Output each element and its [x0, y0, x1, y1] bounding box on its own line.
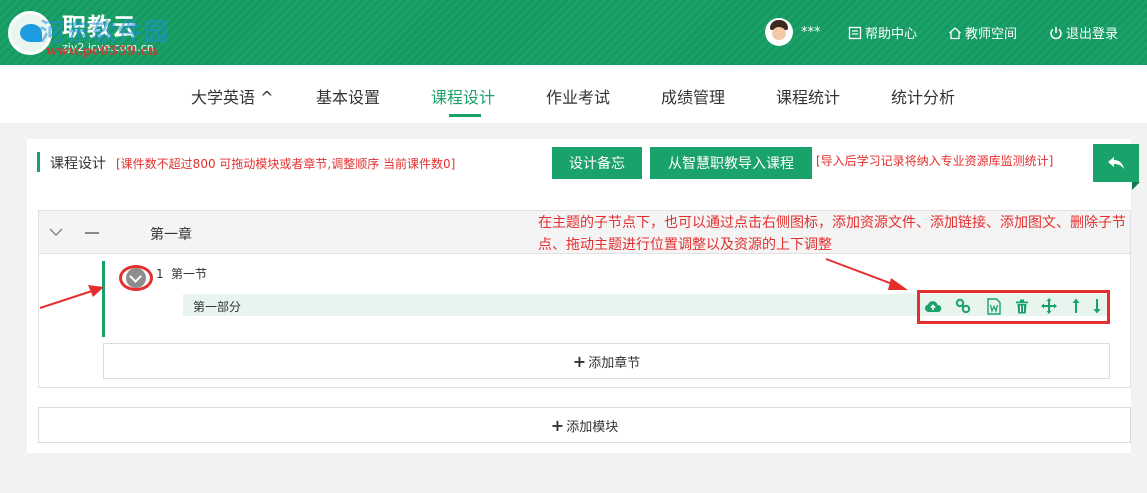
- design-memo-button[interactable]: 设计备忘: [552, 147, 642, 179]
- trash-icon[interactable]: [1013, 297, 1031, 315]
- subnode-title: 第一部分: [193, 300, 242, 314]
- main-nav: 大学英语 ^ 基本设置 课程设计 作业考试 成绩管理 课程统计 统计分析: [0, 65, 1147, 123]
- section-title: 第一节: [171, 267, 208, 281]
- top-header: 职教云 zjy2.icve.com.cn 河东软件园 www.pc0359.cn…: [0, 0, 1147, 65]
- chapter-title: 第一章: [150, 227, 192, 243]
- avatar[interactable]: [765, 18, 793, 46]
- nav-basic-settings[interactable]: 基本设置: [316, 84, 380, 108]
- import-course-button[interactable]: 从智慧职教导入课程: [650, 147, 812, 179]
- nav-statistical-analysis[interactable]: 统计分析: [891, 84, 955, 108]
- user-menu[interactable]: ***: [765, 18, 821, 46]
- section-header-marker: [37, 152, 40, 172]
- section-expand-toggle[interactable]: [119, 265, 153, 291]
- back-button[interactable]: [1093, 144, 1140, 190]
- arrow-down-icon[interactable]: [1088, 297, 1106, 315]
- add-section-button[interactable]: + 添加章节: [103, 343, 1110, 379]
- plus-icon: +: [550, 415, 565, 435]
- watermark-url: www.pc0359.cn: [46, 44, 158, 59]
- cloud-upload-icon[interactable]: [924, 297, 942, 315]
- arrow-up-icon[interactable]: [1067, 297, 1085, 315]
- word-doc-icon[interactable]: [985, 297, 1003, 315]
- plus-icon: +: [572, 351, 587, 371]
- teacher-space-link[interactable]: 教师空间: [948, 23, 1017, 42]
- teacher-space-label: 教师空间: [965, 27, 1018, 42]
- watermark-logo-text: 河东软件园: [40, 18, 170, 46]
- active-tab-indicator: [449, 114, 481, 117]
- chevron-down-icon[interactable]: [49, 225, 63, 239]
- help-doc-icon: [848, 26, 862, 39]
- user-name: ***: [801, 24, 821, 40]
- nav-course-statistics[interactable]: 课程统计: [776, 84, 840, 108]
- panel-title: 课程设计: [50, 156, 106, 172]
- help-center-link[interactable]: 帮助中心: [848, 23, 917, 42]
- collapse-dash-icon[interactable]: [85, 232, 99, 234]
- section-number: 1: [156, 267, 164, 281]
- home-icon: [949, 26, 961, 39]
- add-module-button[interactable]: + 添加模块: [38, 407, 1131, 443]
- power-icon: [1050, 26, 1062, 39]
- logout-link[interactable]: 退出登录: [1049, 23, 1118, 42]
- chevron-circle-icon: [126, 268, 146, 288]
- link-icon[interactable]: [954, 297, 972, 315]
- nav-course-dropdown[interactable]: 大学英语 ^: [191, 84, 274, 108]
- nav-grade-management[interactable]: 成绩管理: [661, 84, 725, 108]
- move-icon[interactable]: [1040, 297, 1058, 315]
- courseware-limit-note: [课件数不超过800 可拖动模块或者章节,调整顺序 当前课件数0]: [116, 157, 456, 171]
- help-center-label: 帮助中心: [865, 27, 918, 42]
- reply-arrow-icon: [1108, 157, 1124, 169]
- tutorial-annotation: 在主题的子节点下，也可以通过点击右侧图标，添加资源文件、添加链接、添加图文、删除…: [538, 215, 1126, 253]
- nav-course-design[interactable]: 课程设计: [431, 84, 495, 108]
- nav-homework-exams[interactable]: 作业考试: [546, 84, 610, 108]
- add-module-label: 添加模块: [566, 419, 619, 435]
- section-indent-bar: [102, 261, 105, 337]
- import-note: [导入后学习记录将纳入专业资源库监测统计]: [816, 154, 1054, 168]
- logout-label: 退出登录: [1066, 27, 1119, 42]
- add-section-label: 添加章节: [588, 355, 641, 371]
